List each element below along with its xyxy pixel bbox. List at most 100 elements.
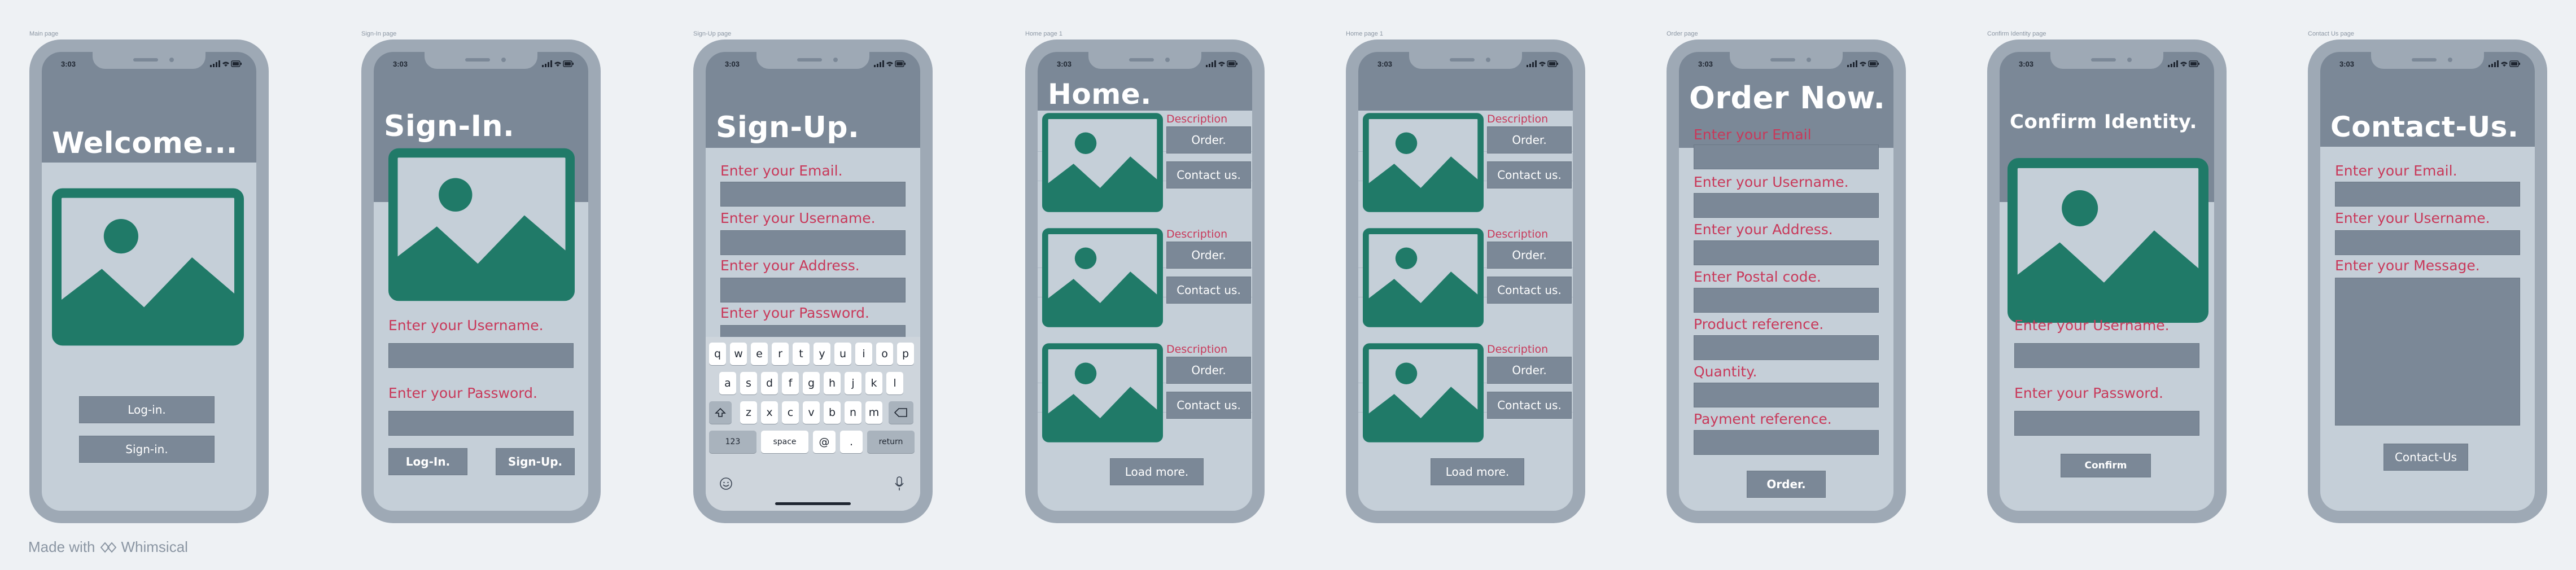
address-input[interactable] [720, 278, 906, 302]
return-key[interactable]: return [867, 431, 915, 453]
key-s[interactable]: s [740, 372, 757, 394]
page-title: Confirm Identity. [2010, 111, 2197, 133]
username-input[interactable] [388, 343, 574, 368]
signup-button[interactable]: Sign-Up. [496, 448, 575, 475]
quantity-input[interactable] [1694, 383, 1879, 407]
status-time: 3:03 [725, 60, 740, 68]
key-j[interactable]: j [845, 372, 861, 394]
email-input[interactable] [2335, 182, 2520, 207]
item-description: Description [1487, 113, 1549, 125]
quantity-label: Quantity. [1694, 363, 1757, 380]
order-button[interactable]: Order. [1166, 126, 1251, 154]
image-placeholder-icon [52, 187, 244, 347]
key-t[interactable]: t [793, 343, 810, 365]
order-button[interactable]: Order. [1166, 357, 1251, 384]
login-button[interactable]: Log-In. [388, 448, 467, 475]
phone-confirm: 3:03 Confirm Identity. Enter your Userna… [1987, 40, 2227, 523]
username-label: Enter your Username. [388, 317, 544, 334]
key-k[interactable]: k [865, 372, 882, 394]
message-textarea[interactable] [2335, 278, 2520, 426]
username-input[interactable] [1694, 193, 1879, 218]
screen-main: 3:03 Welcome... Log-in. Sign-in. [42, 52, 256, 511]
key-n[interactable]: n [845, 401, 861, 424]
phone-home: 3:03 Home. Description Order. Contact us… [1025, 40, 1265, 523]
email-input[interactable] [1694, 144, 1879, 169]
username-input[interactable] [720, 230, 906, 255]
space-key[interactable]: space [761, 431, 808, 453]
screen-signup: 3:03 Sign-Up. Enter your Email. Enter yo… [706, 52, 920, 511]
phone-contact: 3:03 Contact-Us. Enter your Email. Enter… [2308, 40, 2547, 523]
key-x[interactable]: x [761, 401, 778, 424]
numbers-key[interactable]: 123 [709, 431, 756, 453]
key-u[interactable]: u [834, 343, 851, 365]
key-g[interactable]: g [803, 372, 820, 394]
key-a[interactable]: a [719, 372, 736, 394]
confirm-button[interactable]: Confirm [2061, 454, 2151, 477]
onscreen-keyboard: q w e r t y u i o p a s d f g h j k l z … [706, 337, 920, 511]
key-d[interactable]: d [761, 372, 778, 394]
screen-order: 3:03 Order Now. Enter your Email Enter y… [1679, 52, 1893, 511]
contact-us-button[interactable]: Contact us. [1166, 392, 1251, 419]
notch [756, 52, 869, 69]
postal-code-input[interactable] [1694, 288, 1879, 313]
contact-us-button[interactable]: Contact us. [1487, 161, 1572, 188]
whimsical-logo-icon [100, 541, 116, 553]
contact-us-button[interactable]: Contact us. [1487, 392, 1572, 419]
key-l[interactable]: l [886, 372, 903, 394]
home-indicator [775, 502, 851, 505]
shift-key[interactable] [709, 401, 732, 424]
username-input[interactable] [2335, 230, 2520, 255]
order-button[interactable]: Order. [1487, 357, 1572, 384]
username-input[interactable] [2014, 343, 2199, 368]
key-m[interactable]: m [865, 401, 882, 424]
email-input[interactable] [720, 182, 906, 207]
load-more-button[interactable]: Load more. [1110, 458, 1204, 485]
status-time: 3:03 [1377, 60, 1393, 68]
order-button[interactable]: Order. [1747, 471, 1826, 498]
emoji-icon[interactable] [719, 477, 733, 493]
contact-us-button[interactable]: Contact us. [1166, 161, 1251, 188]
key-b[interactable]: b [824, 401, 841, 424]
contact-us-button[interactable]: Contact us. [1166, 277, 1251, 304]
key-p[interactable]: p [897, 343, 914, 365]
key-w[interactable]: w [730, 343, 747, 365]
key-v[interactable]: v [803, 401, 820, 424]
screen-home: 3:03 Home. Description Order. Contact us… [1038, 52, 1252, 511]
order-button[interactable]: Order. [1166, 242, 1251, 269]
image-placeholder-icon [1363, 228, 1484, 327]
status-time: 3:03 [1057, 60, 1072, 68]
key-h[interactable]: h [824, 372, 841, 394]
backspace-key[interactable] [889, 401, 913, 424]
microphone-icon[interactable] [894, 476, 904, 494]
key-y[interactable]: y [814, 343, 830, 365]
key-o[interactable]: o [876, 343, 893, 365]
order-button[interactable]: Order. [1487, 126, 1572, 154]
key-f[interactable]: f [782, 372, 799, 394]
phone-home-2: 3:03 Description Order. Contact us. Desc… [1346, 40, 1585, 523]
image-placeholder-icon [2008, 157, 2208, 324]
login-button[interactable]: Log-in. [79, 396, 215, 423]
at-key[interactable]: @ [813, 431, 836, 453]
password-input[interactable] [2014, 411, 2199, 436]
status-icons [2488, 60, 2520, 67]
signin-button[interactable]: Sign-in. [79, 436, 215, 463]
status-icons [210, 60, 242, 67]
key-r[interactable]: r [772, 343, 789, 365]
key-i[interactable]: i [855, 343, 872, 365]
frame-label-contact: Contact Us page [2308, 30, 2354, 37]
address-input[interactable] [1694, 240, 1879, 265]
key-q[interactable]: q [709, 343, 726, 365]
payment-reference-input[interactable] [1694, 430, 1879, 455]
key-z[interactable]: z [740, 401, 757, 424]
key-e[interactable]: e [751, 343, 768, 365]
key-c[interactable]: c [782, 401, 799, 424]
watermark-brand[interactable]: Whimsical [121, 538, 188, 556]
contact-us-button[interactable]: Contact-Us [2383, 444, 2468, 471]
dot-key[interactable]: . [840, 431, 863, 453]
contact-us-button[interactable]: Contact us. [1487, 277, 1572, 304]
load-more-button[interactable]: Load more. [1431, 458, 1524, 485]
username-label: Enter your Username. [1694, 174, 1849, 190]
order-button[interactable]: Order. [1487, 242, 1572, 269]
password-input[interactable] [388, 411, 574, 436]
product-reference-input[interactable] [1694, 335, 1879, 360]
